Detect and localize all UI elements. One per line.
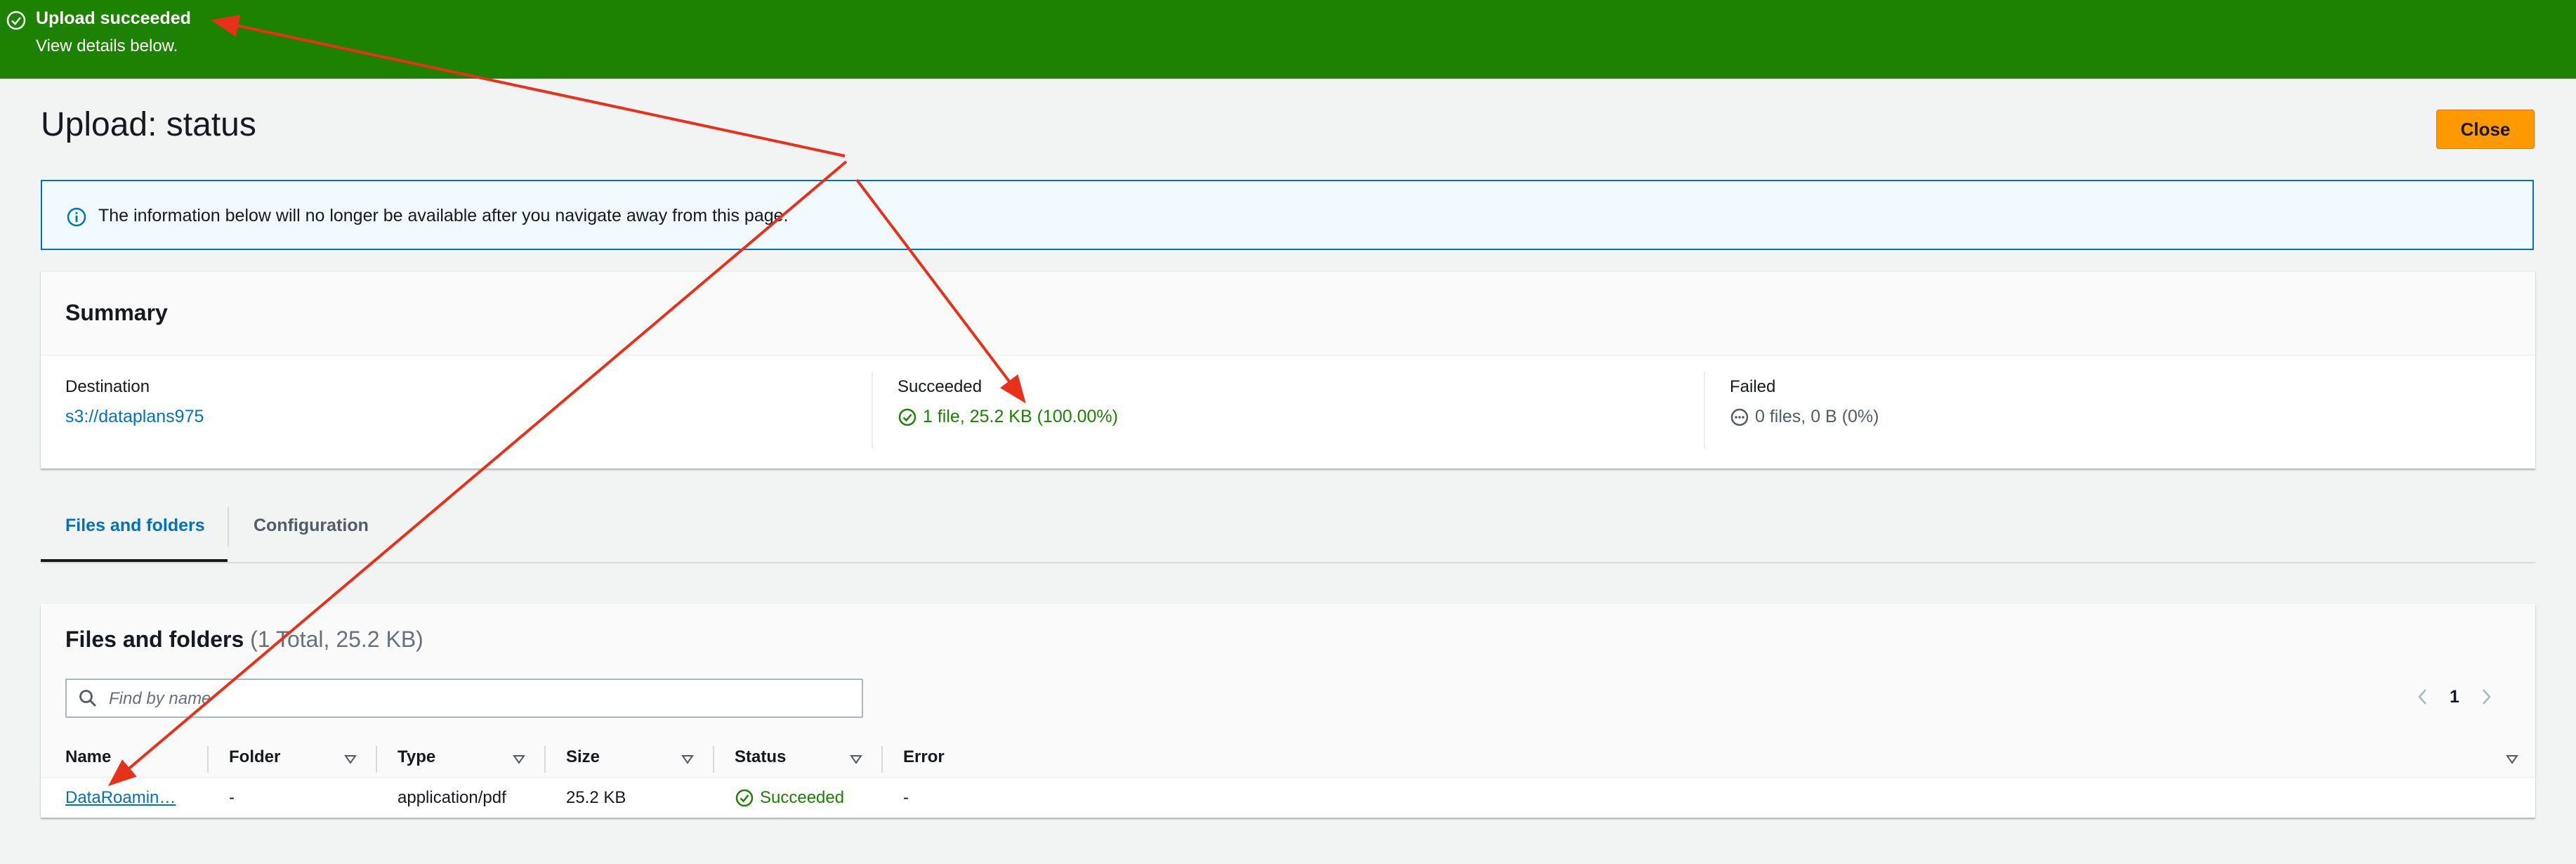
column-divider[interactable] xyxy=(881,746,883,773)
sort-caret-icon[interactable] xyxy=(344,754,357,764)
file-status-text: Succeeded xyxy=(760,788,845,807)
tab-configuration[interactable]: Configuration xyxy=(254,516,369,536)
files-panel: Files and folders (1 Total, 25.2 KB) 1 N… xyxy=(41,604,2535,818)
pagination: 1 xyxy=(2413,683,2496,711)
file-name-link[interactable]: DataRoamin… xyxy=(65,788,176,808)
tab-divider xyxy=(228,507,229,546)
summary-header: Summary xyxy=(41,272,2535,355)
summary-divider xyxy=(872,372,873,449)
destination-label: Destination xyxy=(65,377,150,396)
info-text: The information below will no longer be … xyxy=(98,206,789,225)
file-folder: - xyxy=(229,788,235,807)
active-tab-indicator xyxy=(41,559,228,562)
succeeded-label: Succeeded xyxy=(898,377,983,396)
search-input[interactable] xyxy=(107,686,855,712)
flash-title: Upload succeeded xyxy=(36,8,191,28)
file-error: - xyxy=(903,788,909,807)
files-header: Files and folders (1 Total, 25.2 KB) 1 xyxy=(41,604,2535,742)
flash-subtitle: View details below. xyxy=(36,37,178,55)
table-row: DataRoamin… - application/pdf 25.2 KB Su… xyxy=(41,778,2535,815)
files-count: (1 Total, 25.2 KB) xyxy=(250,627,423,652)
sort-caret-icon[interactable] xyxy=(850,754,862,764)
files-title-text: Files and folders xyxy=(65,627,244,652)
column-header-type[interactable]: Type xyxy=(397,747,435,767)
minus-circle-icon xyxy=(1730,408,1749,426)
column-header-status[interactable]: Status xyxy=(735,747,786,767)
chevron-right-icon[interactable] xyxy=(2478,683,2496,711)
summary-divider xyxy=(1704,372,1705,449)
file-size: 25.2 KB xyxy=(566,788,626,807)
succeeded-value: 1 file, 25.2 KB (100.00%) xyxy=(923,407,1118,426)
tabs-bar: Files and folders Configuration xyxy=(41,500,2535,563)
failed-value-row: 0 files, 0 B (0%) xyxy=(1730,407,1879,427)
page-title: Upload: status xyxy=(41,106,256,143)
sort-caret-icon[interactable] xyxy=(681,754,694,764)
page-number[interactable]: 1 xyxy=(2450,687,2459,707)
search-icon xyxy=(79,690,97,707)
column-divider[interactable] xyxy=(376,746,377,773)
files-title: Files and folders (1 Total, 25.2 KB) xyxy=(65,627,423,653)
column-header-error[interactable]: Error xyxy=(903,747,945,767)
check-circle-icon xyxy=(735,789,754,807)
summary-panel: Summary Destination s3://dataplans975 Su… xyxy=(41,271,2535,469)
destination-column: Destination s3://dataplans975 xyxy=(65,377,204,427)
destination-link[interactable]: s3://dataplans975 xyxy=(65,407,204,427)
failed-label: Failed xyxy=(1730,377,1776,396)
chevron-left-icon[interactable] xyxy=(2413,683,2431,711)
table-header: Name Folder Type Size Status Error xyxy=(41,742,2535,778)
summary-title: Summary xyxy=(65,300,168,325)
check-circle-icon xyxy=(6,11,26,30)
succeeded-column: Succeeded 1 file, 25.2 KB (100.00%) xyxy=(898,377,1118,427)
success-flash-banner: Upload succeeded View details below. xyxy=(0,0,2576,79)
succeeded-value-row: 1 file, 25.2 KB (100.00%) xyxy=(898,407,1118,427)
close-button[interactable]: Close xyxy=(2436,110,2535,149)
info-alert: The information below will no longer be … xyxy=(41,180,2534,250)
file-type: application/pdf xyxy=(397,788,506,807)
file-status: Succeeded xyxy=(735,788,844,808)
column-divider[interactable] xyxy=(207,746,209,773)
sort-caret-icon[interactable] xyxy=(2506,754,2518,764)
column-header-name[interactable]: Name xyxy=(65,747,111,767)
column-divider[interactable] xyxy=(544,746,546,773)
column-header-size[interactable]: Size xyxy=(566,747,600,767)
column-divider[interactable] xyxy=(713,746,714,773)
failed-column: Failed 0 files, 0 B (0%) xyxy=(1730,377,1879,427)
column-header-folder[interactable]: Folder xyxy=(229,747,280,767)
sort-caret-icon[interactable] xyxy=(513,754,525,764)
failed-value: 0 files, 0 B (0%) xyxy=(1755,407,1879,426)
search-box[interactable] xyxy=(65,679,863,718)
check-circle-icon xyxy=(898,408,916,426)
info-icon xyxy=(67,207,86,227)
tab-files-and-folders[interactable]: Files and folders xyxy=(65,516,205,536)
